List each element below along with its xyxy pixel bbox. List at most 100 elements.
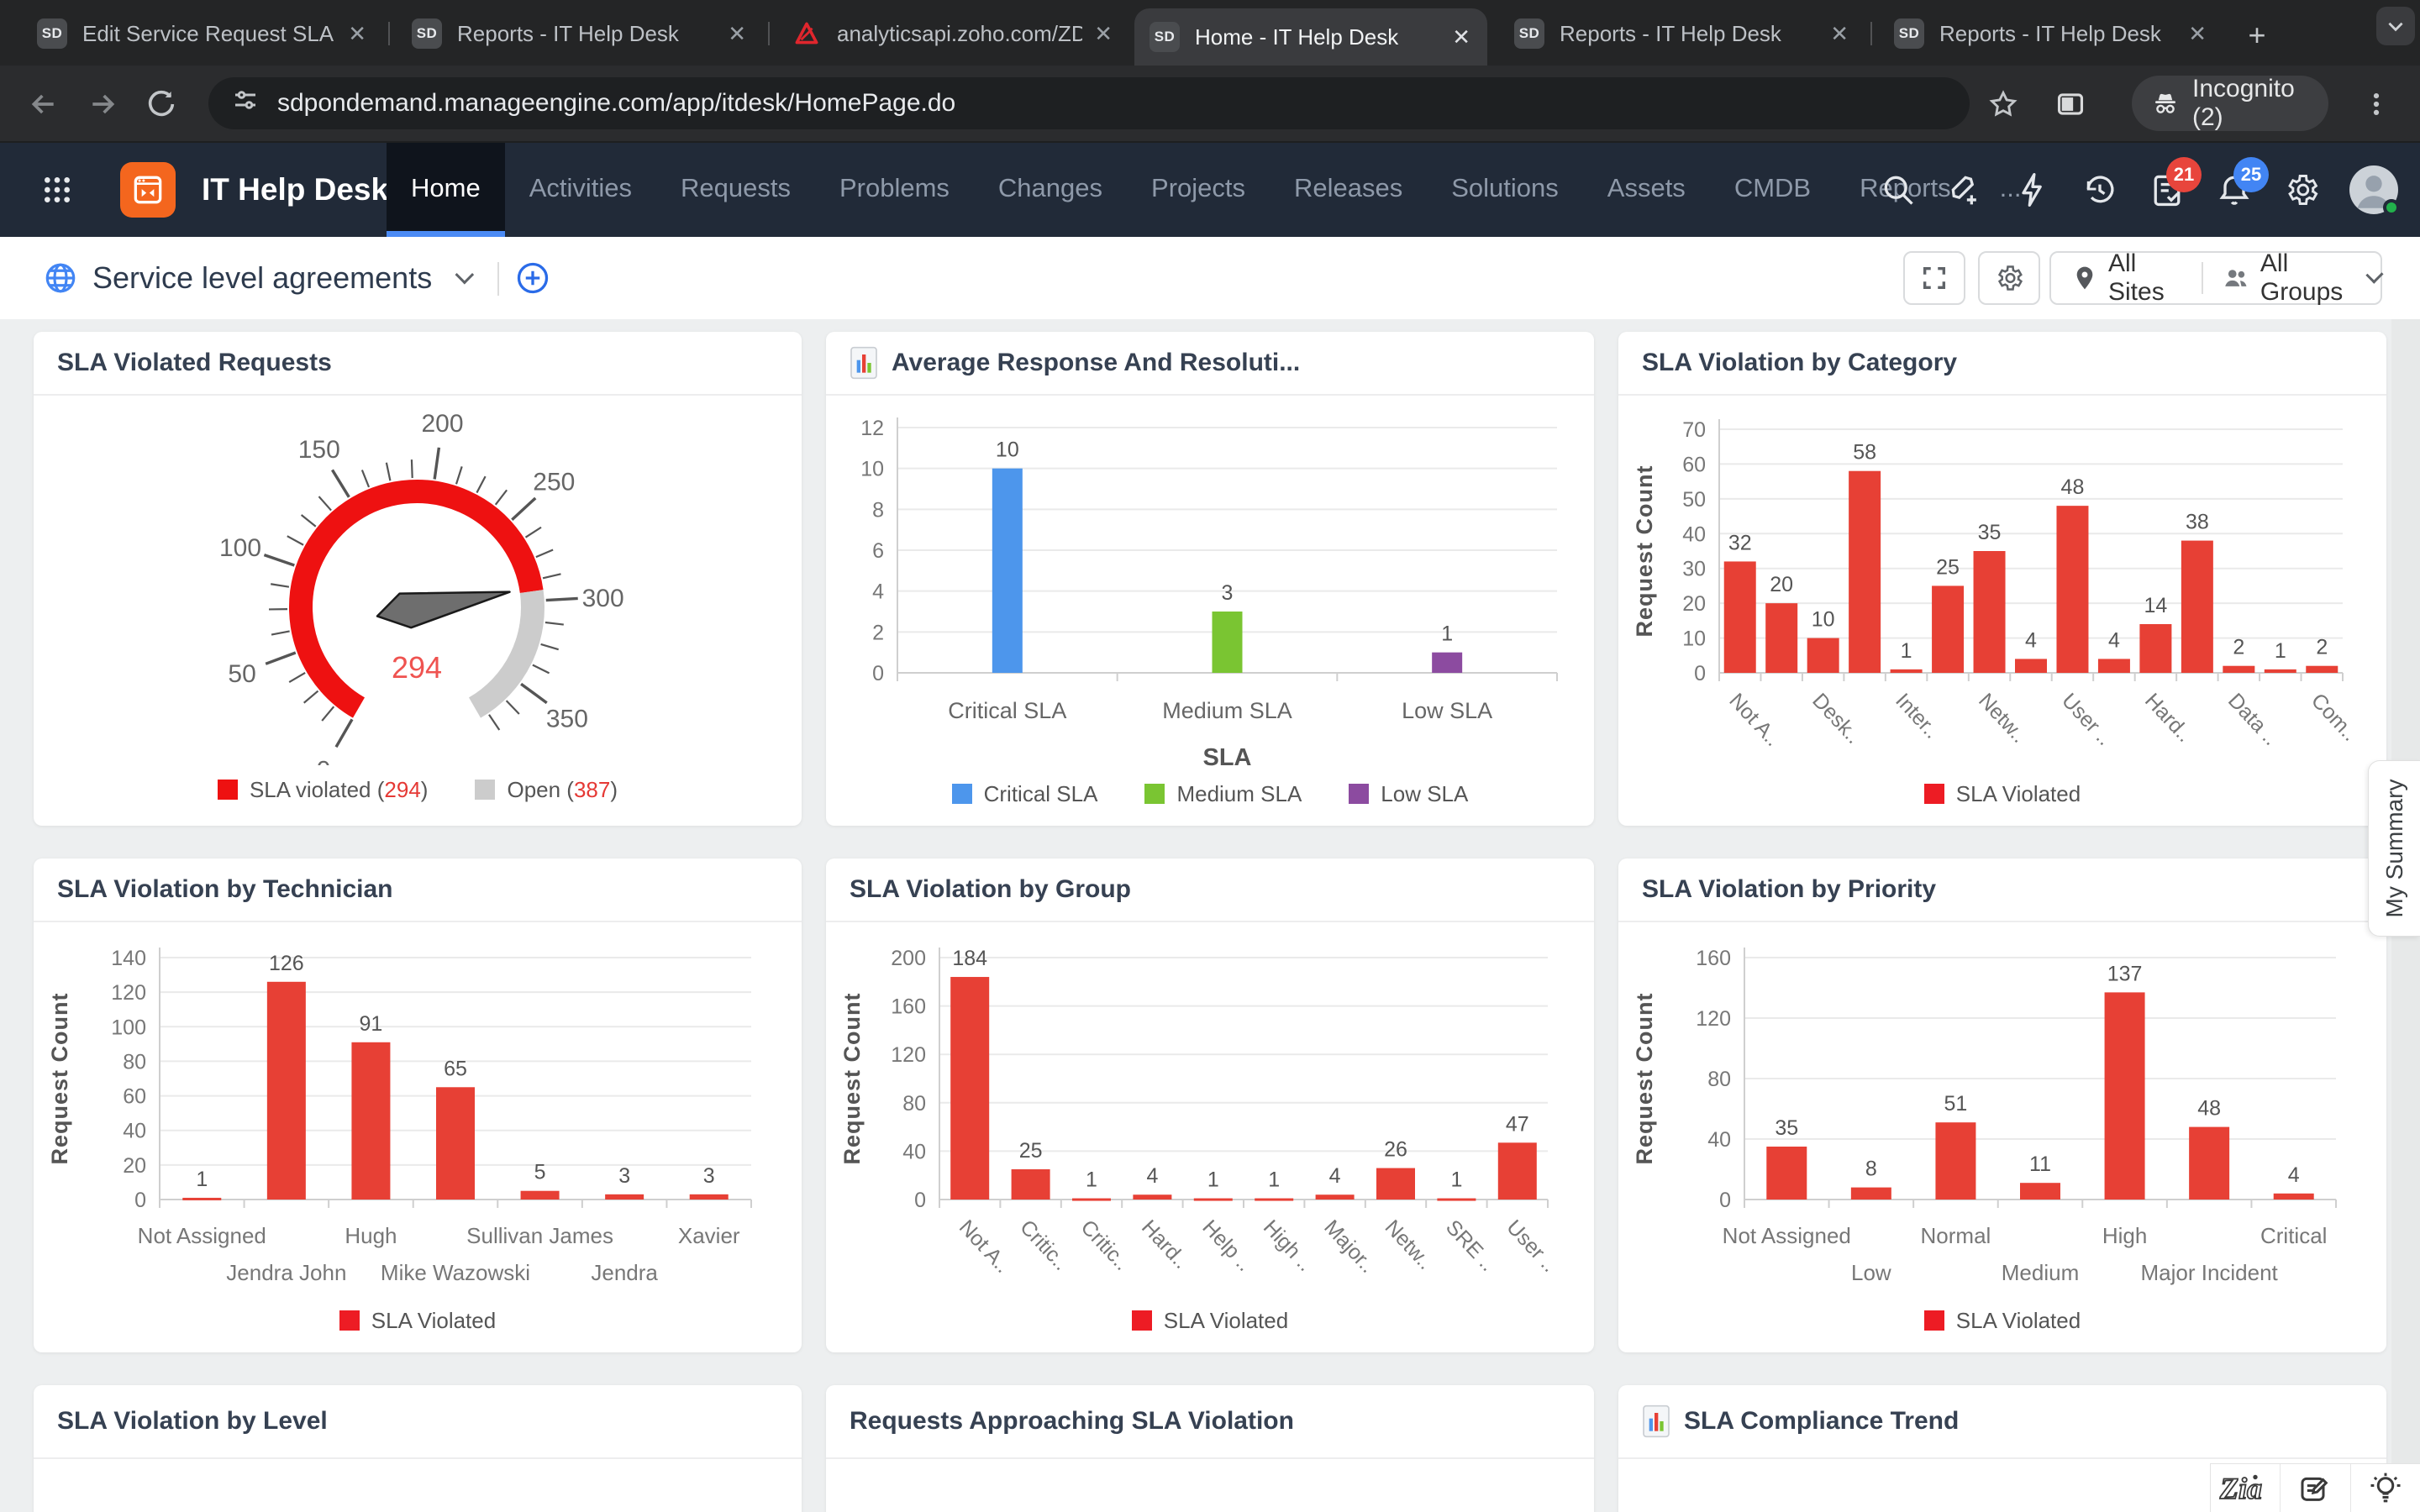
zia-assistant-icon[interactable]: Zia bbox=[2211, 1464, 2281, 1512]
browser-tab-strip: SD Edit Service Request SLA ✕ SD Reports… bbox=[0, 0, 2420, 66]
browser-tab-6[interactable]: SD Reports - IT Help Desk ✕ bbox=[1879, 12, 2223, 55]
tab-close-icon[interactable]: ✕ bbox=[1830, 21, 1849, 47]
browser-tab-active[interactable]: SD Home - IT Help Desk ✕ bbox=[1134, 8, 1487, 66]
bar-chart-average-response[interactable]: 0 2 4 6 8 10 12 10 3 1 Critical SLA Medium SLA Low S… bbox=[826, 396, 1594, 769]
svg-text:High ..: High .. bbox=[1259, 1215, 1318, 1276]
tab-close-icon[interactable]: ✕ bbox=[2188, 21, 2207, 47]
create-ticket-icon[interactable] bbox=[1946, 171, 1985, 209]
chart-legend: SLA Violated bbox=[1618, 769, 2386, 818]
nav-item-changes[interactable]: Changes bbox=[974, 143, 1127, 237]
bar-chart-priority[interactable]: 0 40 80 120 160 35 8 51 11 137 48 4 Not AssignedLow N… bbox=[1618, 922, 2386, 1296]
nav-item-requests[interactable]: Requests bbox=[656, 143, 815, 237]
dashboard-settings-button[interactable] bbox=[1978, 251, 2040, 305]
tab-search-chevron-button[interactable] bbox=[2376, 7, 2415, 45]
approvals-icon[interactable]: 21 bbox=[2148, 157, 2202, 209]
svg-text:3: 3 bbox=[703, 1164, 715, 1188]
address-bar[interactable]: sdpondemand.manageengine.com/app/itdesk/… bbox=[208, 77, 1970, 129]
forward-button[interactable] bbox=[76, 66, 129, 143]
browser-tab-1[interactable]: SD Edit Service Request SLA ✕ bbox=[22, 12, 383, 55]
svg-text:4: 4 bbox=[1329, 1164, 1341, 1188]
svg-text:50: 50 bbox=[1682, 488, 1706, 512]
browser-tab-2[interactable]: SD Reports - IT Help Desk ✕ bbox=[397, 12, 763, 55]
bookmark-star-icon[interactable] bbox=[1976, 66, 2030, 143]
svg-text:184: 184 bbox=[952, 947, 987, 970]
fullscreen-button[interactable] bbox=[1903, 251, 1965, 305]
nav-item-cmdb[interactable]: CMDB bbox=[1710, 143, 1835, 237]
incognito-label: Incognito (2) bbox=[2192, 75, 2295, 131]
svg-text:0: 0 bbox=[914, 1189, 926, 1212]
tab-title: Home - IT Help Desk bbox=[1195, 24, 1399, 50]
bar-chart-group[interactable]: 04080120160200 184251 4 1 1 426147Not A.. Crit… bbox=[826, 922, 1594, 1296]
gauge-chart-sla-violated[interactable]: 0 50 100 150 200 250 300 350 294 bbox=[34, 396, 802, 765]
reload-button[interactable] bbox=[134, 66, 188, 143]
bar-chart-technician[interactable]: 0 20 40 60 80 100 120 140 1 126 91 65 5 3 3 Not Assigne… bbox=[34, 922, 802, 1296]
bottom-utility-bar: Zia bbox=[2210, 1463, 2420, 1512]
my-summary-tab[interactable]: My Summary bbox=[2368, 760, 2420, 937]
dashboard-title[interactable]: Service level agreements bbox=[92, 237, 432, 319]
svg-text:0: 0 bbox=[134, 1189, 146, 1212]
new-tab-button[interactable]: + bbox=[2238, 18, 2275, 55]
sd-favicon: SD bbox=[1150, 22, 1180, 52]
nav-item-problems[interactable]: Problems bbox=[815, 143, 974, 237]
search-icon[interactable] bbox=[1879, 171, 1918, 209]
sd-favicon: SD bbox=[1894, 18, 1924, 49]
nav-item-activities[interactable]: Activities bbox=[505, 143, 656, 237]
notifications-bell-icon[interactable]: 25 bbox=[2215, 157, 2269, 209]
it-help-desk-logo[interactable] bbox=[120, 162, 176, 218]
browser-menu-kebab-icon[interactable] bbox=[2349, 66, 2403, 143]
nav-item-releases[interactable]: Releases bbox=[1270, 143, 1427, 237]
sites-filter-value[interactable]: All Sites bbox=[2108, 249, 2183, 307]
user-avatar[interactable] bbox=[2349, 165, 2400, 216]
lightning-icon[interactable] bbox=[2013, 171, 2052, 209]
browser-tab-3[interactable]: analyticsapi.zoho.com/ZD ✕ bbox=[776, 12, 1129, 55]
nav-item-projects[interactable]: Projects bbox=[1127, 143, 1270, 237]
nav-item-home[interactable]: Home bbox=[387, 143, 505, 237]
site-settings-icon[interactable] bbox=[230, 85, 260, 122]
lightbulb-tips-icon[interactable] bbox=[2351, 1464, 2420, 1512]
svg-text:35: 35 bbox=[1775, 1116, 1798, 1140]
notes-edit-icon[interactable] bbox=[2281, 1464, 2351, 1512]
incognito-badge[interactable]: Incognito (2) bbox=[2132, 75, 2328, 131]
sd-favicon: SD bbox=[1514, 18, 1544, 49]
svg-text:32: 32 bbox=[1728, 531, 1752, 554]
browser-tab-5[interactable]: SD Reports - IT Help Desk ✕ bbox=[1499, 12, 1865, 55]
navbar-icon-cluster: 21 25 bbox=[1879, 143, 2420, 237]
svg-text:Major..: Major.. bbox=[1319, 1215, 1380, 1278]
bar-chart-category[interactable]: 0 10 20 30 40 50 60 70 32 20 10 58 1 25 35 4 48 4 14 38 2 1 2 N… bbox=[1618, 396, 2386, 769]
svg-text:Data ..: Data .. bbox=[2223, 689, 2283, 750]
svg-text:2: 2 bbox=[2233, 636, 2244, 659]
tab-close-icon[interactable]: ✕ bbox=[728, 21, 746, 47]
tab-close-icon[interactable]: ✕ bbox=[348, 21, 366, 47]
svg-text:250: 250 bbox=[533, 469, 575, 496]
legend-item: Open (387) bbox=[475, 777, 618, 803]
app-navbar: IT Help Desk Home Activities Requests Pr… bbox=[0, 143, 2420, 237]
svg-text:Critic..: Critic.. bbox=[1076, 1215, 1134, 1275]
tab-close-icon[interactable]: ✕ bbox=[1094, 21, 1113, 47]
history-icon[interactable] bbox=[2081, 171, 2119, 209]
app-grid-icon[interactable] bbox=[30, 143, 84, 237]
svg-text:80: 80 bbox=[902, 1092, 926, 1116]
groups-filter-chevron-icon[interactable] bbox=[2365, 265, 2384, 284]
svg-text:Sullivan James: Sullivan James bbox=[466, 1223, 613, 1248]
svg-text:8: 8 bbox=[1865, 1158, 1877, 1181]
svg-text:294: 294 bbox=[392, 650, 442, 685]
back-button[interactable] bbox=[17, 66, 71, 143]
nav-item-solutions[interactable]: Solutions bbox=[1427, 143, 1583, 237]
dashboard-title-chevron-icon[interactable] bbox=[455, 265, 475, 285]
nav-item-assets[interactable]: Assets bbox=[1583, 143, 1710, 237]
svg-text:160: 160 bbox=[891, 995, 926, 1019]
add-dashboard-button[interactable] bbox=[506, 237, 560, 319]
browser-toolbar: sdpondemand.manageengine.com/app/itdesk/… bbox=[0, 66, 2420, 143]
tab-title: Reports - IT Help Desk bbox=[1560, 20, 1781, 46]
svg-text:Xavier: Xavier bbox=[678, 1223, 740, 1248]
settings-gear-icon[interactable] bbox=[2282, 171, 2321, 209]
tab-close-icon[interactable]: ✕ bbox=[1452, 24, 1470, 50]
svg-text:11: 11 bbox=[2029, 1152, 2051, 1176]
svg-text:8: 8 bbox=[872, 498, 884, 522]
svg-text:0: 0 bbox=[872, 662, 884, 685]
svg-text:48: 48 bbox=[2197, 1097, 2221, 1121]
side-panel-icon[interactable] bbox=[2044, 66, 2097, 143]
svg-text:40: 40 bbox=[902, 1140, 926, 1163]
groups-filter-value[interactable]: All Groups bbox=[2260, 249, 2357, 307]
svg-text:20: 20 bbox=[1682, 592, 1706, 616]
